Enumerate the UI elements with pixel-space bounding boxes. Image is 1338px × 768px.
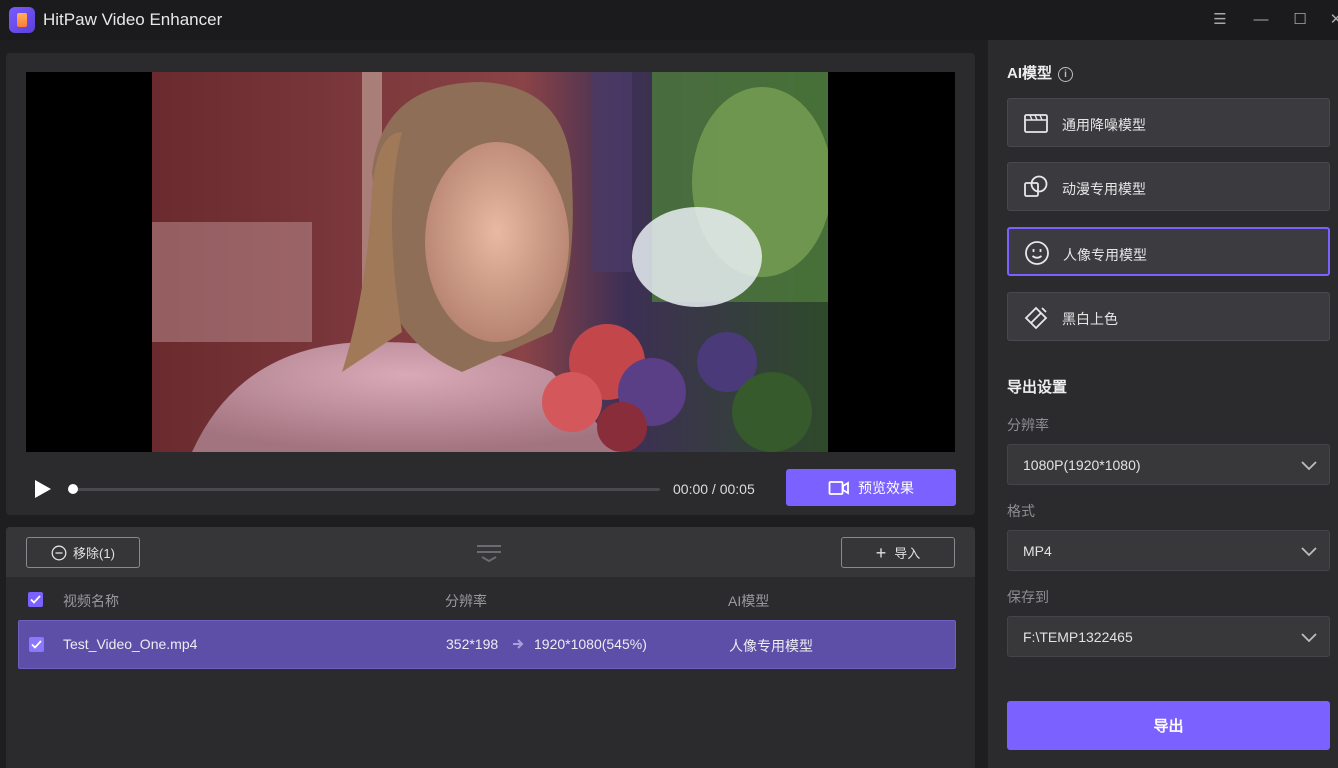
save-to-value: F:\TEMP1322465	[1023, 629, 1133, 645]
arrow-right-icon	[512, 637, 526, 653]
row-model: 人像专用模型	[729, 638, 813, 654]
chevron-down-icon	[1301, 633, 1317, 643]
table-row[interactable]: Test_Video_One.mp4 352*198 1920*1080(545…	[18, 620, 956, 669]
format-select[interactable]: MP4	[1007, 530, 1330, 571]
import-button[interactable]: + 导入	[841, 537, 955, 568]
resolution-label: 分辨率	[1007, 417, 1049, 433]
list-toolbar: 移除(1) + 导入	[6, 527, 975, 577]
model-option-colorize[interactable]: 黑白上色	[1007, 292, 1330, 341]
column-header-name: 视频名称	[63, 593, 119, 609]
close-icon[interactable]: ✕	[1325, 9, 1338, 31]
save-to-select[interactable]: F:\TEMP1322465	[1007, 616, 1330, 657]
import-label: 导入	[894, 546, 921, 561]
ai-model-section-title: AI模型 i	[1007, 62, 1074, 83]
preview-effect-label: 预览效果	[858, 479, 914, 496]
chevron-down-icon	[1301, 547, 1317, 557]
format-value: MP4	[1023, 543, 1052, 559]
model-option-denoise[interactable]: 通用降噪模型	[1007, 98, 1330, 147]
select-all-checkbox[interactable]	[28, 592, 43, 607]
progress-knob[interactable]	[68, 484, 78, 494]
row-source-resolution: 352*198	[446, 636, 499, 652]
face-icon	[1025, 241, 1049, 265]
remove-button[interactable]: 移除(1)	[26, 537, 140, 568]
model-label: 动漫专用模型	[1062, 181, 1146, 197]
row-file-name: Test_Video_One.mp4	[63, 636, 198, 652]
model-option-anime[interactable]: 动漫专用模型	[1007, 162, 1330, 211]
minus-circle-icon	[51, 545, 67, 560]
ai-model-title: AI模型	[1007, 65, 1053, 82]
plus-icon: +	[875, 542, 887, 563]
title-bar: HitPaw Video Enhancer ☰ — ☐ ✕	[0, 0, 1338, 40]
info-icon[interactable]: i	[1058, 67, 1074, 82]
save-to-label: 保存到	[1007, 589, 1049, 605]
camera-icon	[828, 480, 849, 495]
model-label: 人像专用模型	[1063, 247, 1147, 263]
video-frame	[26, 72, 955, 452]
app-title: HitPaw Video Enhancer	[43, 10, 223, 29]
maximize-icon[interactable]: ☐	[1289, 9, 1311, 31]
model-option-portrait[interactable]: 人像专用模型	[1007, 227, 1330, 276]
format-label: 格式	[1007, 503, 1035, 519]
remove-label: 移除(1)	[73, 546, 115, 561]
anime-icon	[1024, 175, 1048, 197]
model-label: 黑白上色	[1062, 311, 1118, 327]
settings-panel: AI模型 i 通用降噪模型 动漫专用模型 人像专用模型 黑白上色 导出设置 分辨率…	[988, 40, 1338, 768]
video-player-panel: 00:00 / 00:05 预览效果	[6, 53, 975, 515]
time-display: 00:00 / 00:05	[673, 481, 755, 497]
row-checkbox[interactable]	[29, 637, 44, 652]
video-list-panel: 移除(1) + 导入 视频名称 分辨率 AI模型 Test_Video_One.…	[6, 527, 975, 768]
preview-effect-button[interactable]: 预览效果	[786, 469, 956, 506]
drag-handle-icon[interactable]	[476, 542, 502, 563]
column-header-resolution: 分辨率	[445, 593, 487, 609]
model-label: 通用降噪模型	[1062, 117, 1146, 133]
list-header: 视频名称 分辨率 AI模型	[6, 577, 975, 619]
column-header-model: AI模型	[728, 593, 770, 609]
resolution-select[interactable]: 1080P(1920*1080)	[1007, 444, 1330, 485]
menu-icon[interactable]: ☰	[1209, 9, 1231, 31]
chevron-down-icon	[1301, 461, 1317, 471]
resolution-value: 1080P(1920*1080)	[1023, 457, 1141, 473]
export-button[interactable]: 导出	[1007, 701, 1330, 750]
export-settings-title: 导出设置	[1007, 379, 1068, 396]
video-preview-image	[152, 72, 828, 452]
colorize-icon	[1024, 306, 1048, 330]
progress-bar[interactable]	[68, 488, 660, 491]
app-logo-icon	[9, 7, 35, 33]
play-button[interactable]	[30, 477, 54, 501]
row-target-resolution: 1920*1080(545%)	[534, 636, 647, 652]
minimize-icon[interactable]: —	[1250, 9, 1272, 31]
film-icon	[1024, 114, 1048, 133]
